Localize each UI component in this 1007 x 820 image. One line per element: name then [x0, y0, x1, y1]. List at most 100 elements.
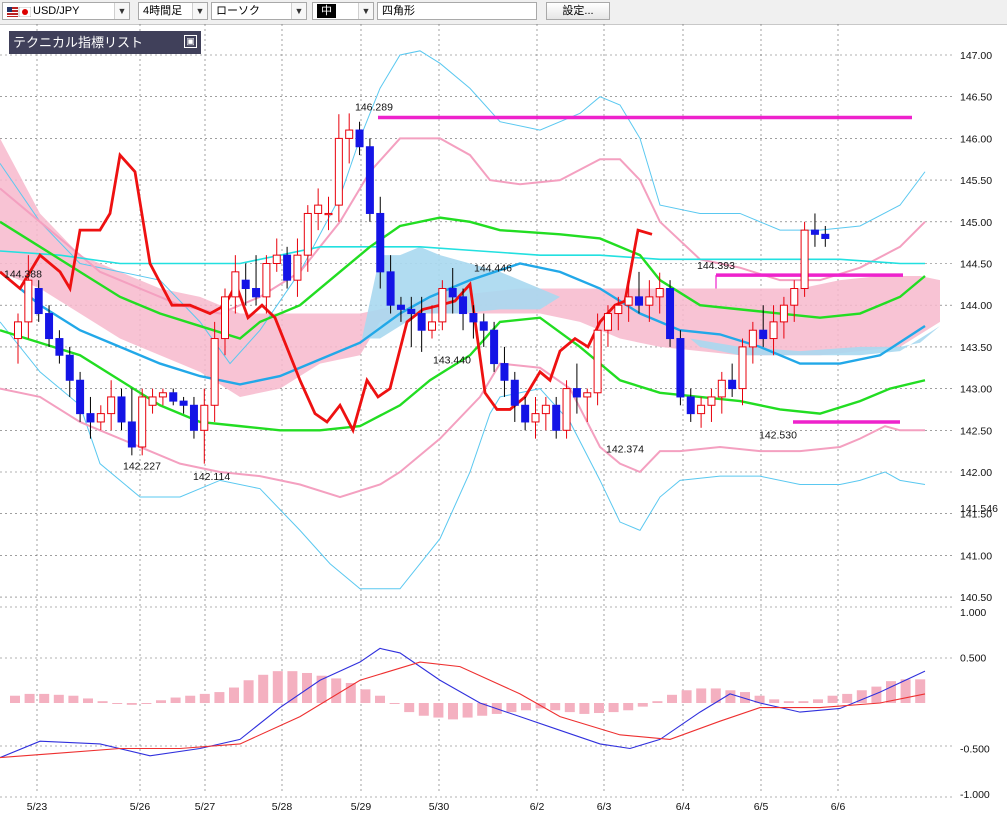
macd-histogram-bar: [404, 703, 415, 713]
price-tick-label: 140.50: [960, 592, 992, 604]
chevron-down-icon[interactable]: ▼: [114, 3, 129, 19]
macd-histogram-bar: [199, 693, 210, 703]
chart-style-select[interactable]: ローソク ▼: [211, 2, 307, 20]
candle-body: [117, 396, 126, 423]
macd-histogram-bar: [258, 674, 269, 703]
symbol-select[interactable]: USD/JPY ▼: [2, 2, 130, 20]
chevron-down-icon[interactable]: ▼: [291, 3, 306, 19]
date-tick-label: 6/5: [754, 801, 769, 813]
macd-histogram-bar: [813, 699, 823, 703]
panel-toggle-icon[interactable]: ▣: [184, 35, 197, 48]
macd-histogram-bar: [667, 694, 677, 703]
settings-button[interactable]: 設定...: [546, 2, 610, 20]
candle-body: [179, 400, 188, 406]
current-price-label: 141.546: [960, 503, 998, 515]
price-annotation: 142.374: [606, 444, 644, 456]
macd-histogram-bar: [521, 703, 531, 711]
candle-body: [448, 288, 457, 298]
price-tick-label: 145.00: [960, 217, 992, 229]
candle-body: [55, 338, 64, 356]
macd-histogram-bar: [798, 701, 809, 703]
candle-body: [562, 388, 571, 431]
candle-body: [686, 396, 695, 415]
price-annotation: 146.289: [355, 102, 393, 114]
price-tick-label: 142.00: [960, 467, 992, 479]
candle-body: [510, 379, 519, 406]
candle-body: [428, 321, 436, 331]
date-tick-label: 6/2: [530, 801, 545, 813]
date-tick-label: 5/28: [272, 801, 293, 813]
technical-indicator-list-panel[interactable]: テクニカル指標リスト ▣: [9, 31, 201, 54]
candle-body: [810, 229, 819, 235]
candle-body: [345, 129, 354, 139]
candle-body: [738, 346, 747, 390]
macd-histogram-bar: [53, 694, 64, 703]
macd-histogram-bar: [623, 703, 634, 711]
candle-body: [583, 392, 592, 398]
candle-body: [800, 229, 809, 290]
macd-tick-label: 0.500: [960, 653, 986, 665]
price-annotation: 144.388: [4, 269, 42, 281]
line-width-select[interactable]: 中 ▼: [312, 2, 374, 20]
chart-area[interactable]: 144.388 142.227 142.114 146.289 144.446 143.4…: [0, 24, 1007, 820]
macd-histogram-bar: [243, 680, 254, 703]
macd-histogram-bar: [608, 703, 619, 713]
date-tick-label: 6/4: [676, 801, 691, 813]
price-tick-label: 142.50: [960, 425, 992, 437]
macd-histogram-bar: [462, 703, 473, 718]
timeframe-label: 4時間足: [143, 5, 183, 17]
ma-cyan: [0, 246, 925, 265]
candle-body: [728, 379, 737, 390]
macd-histogram-bar: [783, 701, 794, 703]
macd-histogram-bar: [39, 693, 50, 703]
macd-histogram-bar: [126, 703, 137, 705]
macd-histogram-bar: [637, 703, 648, 707]
chevron-down-icon[interactable]: ▼: [358, 3, 373, 19]
price-tick-label: 143.50: [960, 342, 992, 354]
candle-body: [417, 313, 426, 331]
macd-histogram-bar: [287, 671, 298, 703]
candle-body: [86, 413, 95, 423]
macd-histogram-bar: [170, 697, 181, 703]
flag-icon: [7, 6, 32, 18]
candle-body: [407, 308, 416, 315]
price-annotation: 144.393: [697, 260, 735, 272]
macd-histogram-bar: [842, 693, 853, 703]
macd-histogram-bar: [97, 701, 108, 703]
candle-body: [127, 421, 136, 448]
chevron-down-icon[interactable]: ▼: [192, 3, 207, 19]
macd-histogram-bar: [506, 703, 517, 713]
candle-body: [210, 338, 219, 406]
candle-body: [500, 363, 509, 381]
candle-body: [655, 288, 664, 298]
price-tick-label: 143.00: [960, 384, 992, 396]
candle-body: [96, 413, 105, 423]
signal-line: [0, 661, 926, 759]
macd-tick-label: -1.000: [960, 789, 990, 801]
price-tick-label: 144.00: [960, 300, 992, 312]
shape-tool-field[interactable]: 四角形: [377, 2, 537, 20]
candle-body: [324, 212, 333, 216]
candle-body: [262, 263, 271, 298]
macd-histogram-bar: [915, 679, 926, 703]
candle-body: [231, 271, 240, 298]
candle-body: [334, 137, 343, 206]
timeframe-select[interactable]: 4時間足 ▼: [138, 2, 208, 20]
macd-histogram-bar: [900, 679, 911, 703]
candle-body: [521, 404, 530, 423]
candle-body: [303, 212, 312, 256]
candle-body: [221, 296, 229, 340]
settings-label: 設定...: [562, 5, 594, 17]
price-tick-label: 146.00: [960, 133, 992, 145]
candle-body: [717, 379, 726, 398]
macd-histogram-bar: [696, 688, 707, 703]
panel-title: テクニカル指標リスト: [13, 35, 144, 50]
candle-body: [438, 288, 447, 323]
candle-body: [541, 404, 550, 415]
candle-body: [386, 271, 395, 306]
macd-histogram-bar: [827, 695, 838, 703]
macd-tick-label: -0.500: [960, 744, 990, 756]
price-tick-label: 144.50: [960, 259, 992, 271]
macd-histogram-bar: [389, 703, 400, 704]
candle-body: [624, 296, 633, 306]
